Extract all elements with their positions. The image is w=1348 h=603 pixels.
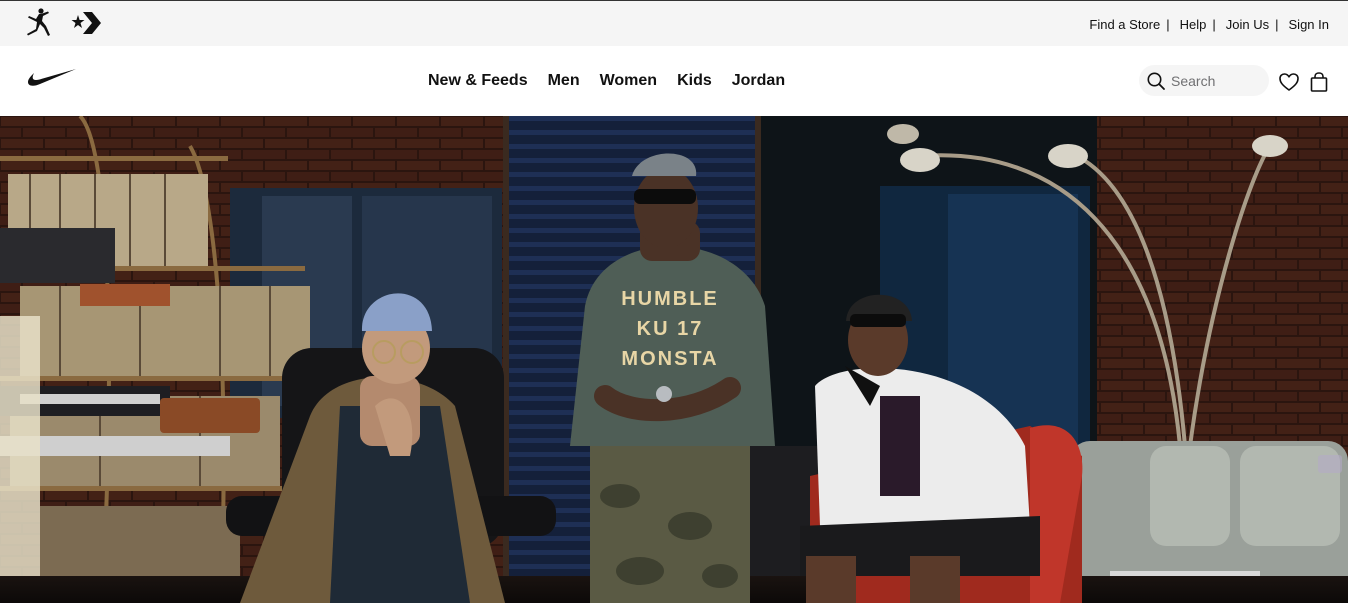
- jordan-jumpman-icon[interactable]: [24, 7, 56, 39]
- hoodie-print: HUMBLE KU 17 MONSTA: [610, 284, 730, 374]
- utility-links: Find a Store | Help | Join Us | Sign In: [1089, 17, 1329, 32]
- nav-item-new-feeds[interactable]: New & Feeds: [428, 72, 528, 90]
- heart-icon[interactable]: [1278, 71, 1300, 93]
- sign-in-link[interactable]: Sign In: [1289, 17, 1329, 32]
- nav-item-kids[interactable]: Kids: [677, 72, 712, 90]
- nav-item-jordan[interactable]: Jordan: [732, 72, 785, 90]
- primary-menu: New & Feeds Men Women Kids Jordan: [428, 72, 785, 90]
- hoodie-line: MONSTA: [621, 348, 719, 370]
- carousel-handle[interactable]: [1318, 455, 1342, 473]
- utility-bar: Find a Store | Help | Join Us | Sign In: [0, 0, 1348, 46]
- hoodie-line: HUMBLE: [621, 288, 719, 310]
- nav-item-women[interactable]: Women: [600, 72, 657, 90]
- search-input[interactable]: [1171, 66, 1261, 95]
- nav-item-men[interactable]: Men: [548, 72, 580, 90]
- bag-icon[interactable]: [1308, 71, 1330, 93]
- help-link[interactable]: Help: [1180, 17, 1207, 32]
- nike-swoosh-icon[interactable]: [27, 68, 77, 93]
- main-navigation: New & Feeds Men Women Kids Jordan: [0, 46, 1348, 116]
- separator: |: [1275, 17, 1279, 32]
- separator: |: [1212, 17, 1216, 32]
- brand-icons: [24, 7, 102, 39]
- hero-banner[interactable]: HUMBLE KU 17 MONSTA: [0, 116, 1348, 603]
- converse-star-chevron-icon[interactable]: [70, 7, 102, 39]
- search-box: [1139, 65, 1269, 96]
- separator: |: [1166, 17, 1170, 32]
- search-icon[interactable]: [1145, 70, 1167, 92]
- find-a-store-link[interactable]: Find a Store: [1089, 17, 1160, 32]
- hoodie-line: KU 17: [636, 318, 704, 340]
- join-us-link[interactable]: Join Us: [1226, 17, 1269, 32]
